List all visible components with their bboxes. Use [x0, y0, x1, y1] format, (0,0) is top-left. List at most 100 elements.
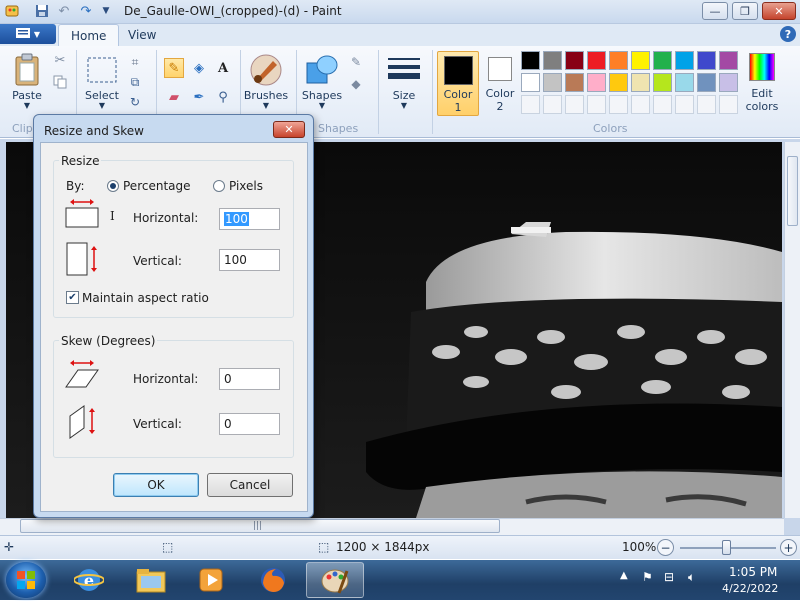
text-tool-icon[interactable]: A: [213, 58, 233, 78]
pixels-radio[interactable]: [213, 180, 225, 192]
cancel-button[interactable]: Cancel: [207, 473, 293, 497]
color-swatch[interactable]: [609, 51, 628, 70]
volume-muted-icon[interactable]: 🔈︎: [688, 570, 695, 585]
custom-color-slot[interactable]: [609, 95, 628, 114]
save-icon[interactable]: [34, 3, 50, 19]
internet-explorer-icon[interactable]: e: [60, 562, 118, 598]
custom-color-slot[interactable]: [587, 95, 606, 114]
custom-color-slot[interactable]: [719, 95, 738, 114]
color-swatch[interactable]: [543, 73, 562, 92]
rotate-icon[interactable]: ↻: [126, 94, 144, 110]
select-dropdown-icon[interactable]: ▼: [82, 101, 122, 110]
shapes-dropdown-icon[interactable]: ▼: [300, 101, 344, 110]
color-swatch[interactable]: [543, 51, 562, 70]
paint-app-icon[interactable]: [4, 3, 20, 19]
color-swatch[interactable]: [719, 51, 738, 70]
color-swatch[interactable]: [675, 51, 694, 70]
resize-vertical-input[interactable]: 100: [219, 249, 280, 271]
brushes-icon[interactable]: [248, 52, 284, 88]
show-hidden-icons-icon[interactable]: ▲: [620, 570, 628, 581]
color-swatch[interactable]: [565, 73, 584, 92]
color-swatch[interactable]: [675, 73, 694, 92]
color-swatch[interactable]: [521, 51, 540, 70]
shapes-icon[interactable]: [304, 52, 340, 88]
dialog-close-button[interactable]: ✕: [273, 121, 305, 138]
minimize-button[interactable]: —: [702, 2, 728, 20]
shapes-group-label: Shapes: [318, 122, 359, 135]
firefox-icon[interactable]: [244, 562, 302, 598]
help-icon[interactable]: ?: [780, 26, 796, 42]
network-icon[interactable]: ⊟: [664, 570, 674, 584]
start-button[interactable]: [6, 562, 46, 598]
maintain-aspect-label[interactable]: Maintain aspect ratio: [82, 291, 209, 305]
media-player-icon[interactable]: [182, 562, 240, 598]
color-swatch[interactable]: [697, 73, 716, 92]
pencil-icon[interactable]: ✎: [164, 58, 184, 78]
custom-color-slot[interactable]: [521, 95, 540, 114]
color-swatch[interactable]: [565, 51, 584, 70]
color-swatch[interactable]: [631, 51, 650, 70]
action-center-flag-icon[interactable]: ⚑: [642, 570, 653, 584]
tab-view[interactable]: View: [116, 24, 168, 46]
size-icon[interactable]: [386, 54, 422, 84]
clock-date[interactable]: 4/22/2022: [722, 582, 778, 595]
zoom-slider-thumb[interactable]: [722, 540, 731, 555]
fill-icon[interactable]: ◈: [189, 58, 209, 78]
color-swatch[interactable]: [609, 73, 628, 92]
cut-icon[interactable]: ✂: [52, 52, 68, 68]
skew-horizontal-input[interactable]: 0: [219, 368, 280, 390]
file-menu-button[interactable]: ▼: [0, 24, 56, 44]
custom-color-slot[interactable]: [543, 95, 562, 114]
pixels-label[interactable]: Pixels: [229, 179, 263, 193]
clock-time[interactable]: 1:05 PM: [729, 565, 777, 579]
crop-icon[interactable]: ⌗: [126, 54, 144, 70]
restore-button[interactable]: ❐: [732, 2, 758, 20]
size-dropdown-icon[interactable]: ▼: [384, 101, 424, 110]
close-button[interactable]: ✕: [762, 2, 796, 20]
color-swatch[interactable]: [653, 73, 672, 92]
color-swatch[interactable]: [587, 73, 606, 92]
zoom-out-button[interactable]: −: [657, 539, 674, 556]
zoom-in-button[interactable]: +: [780, 539, 797, 556]
vertical-scroll-thumb[interactable]: [787, 156, 798, 226]
copy-icon[interactable]: [52, 74, 68, 90]
undo-icon[interactable]: ↶: [56, 3, 72, 19]
percentage-radio[interactable]: [107, 180, 119, 192]
percentage-label[interactable]: Percentage: [123, 179, 191, 193]
color-swatch[interactable]: [631, 73, 650, 92]
ok-button[interactable]: OK: [113, 473, 199, 497]
tab-home[interactable]: Home: [58, 24, 120, 46]
paste-icon[interactable]: [12, 52, 42, 88]
paste-dropdown-icon[interactable]: ▼: [10, 101, 44, 110]
custom-color-slot[interactable]: [675, 95, 694, 114]
custom-color-slot[interactable]: [631, 95, 650, 114]
color-2-button[interactable]: Color 2: [482, 51, 518, 116]
redo-icon[interactable]: ↷: [78, 3, 94, 19]
shape-fill-icon[interactable]: ◆: [346, 76, 366, 92]
vertical-scrollbar[interactable]: [784, 142, 800, 518]
resize-icon[interactable]: ⧉: [126, 74, 144, 90]
color-swatch[interactable]: [719, 73, 738, 92]
color-swatch[interactable]: [697, 51, 716, 70]
color-swatch[interactable]: [653, 51, 672, 70]
horizontal-scroll-thumb[interactable]: |||: [20, 519, 500, 533]
color-1-button[interactable]: Color 1: [437, 51, 479, 116]
magnifier-icon[interactable]: ⚲: [213, 87, 233, 107]
color-swatch[interactable]: [587, 51, 606, 70]
outline-icon[interactable]: ✎: [346, 54, 366, 70]
custom-color-slot[interactable]: [653, 95, 672, 114]
skew-vertical-input[interactable]: 0: [219, 413, 280, 435]
select-icon[interactable]: [86, 55, 118, 85]
eraser-icon[interactable]: ▰: [164, 87, 184, 107]
edit-colors-button[interactable]: Edit colors: [744, 51, 782, 116]
color-swatch[interactable]: [521, 73, 540, 92]
file-explorer-icon[interactable]: [122, 562, 180, 598]
custom-color-slot[interactable]: [697, 95, 716, 114]
brushes-dropdown-icon[interactable]: ▼: [242, 101, 290, 110]
maintain-aspect-checkbox[interactable]: ✔: [66, 291, 79, 304]
paint-taskbar-icon[interactable]: [306, 562, 364, 598]
resize-horizontal-input[interactable]: 100: [219, 208, 280, 230]
color-picker-icon[interactable]: ✒: [189, 87, 209, 107]
custom-color-slot[interactable]: [565, 95, 584, 114]
customize-quick-access-icon[interactable]: ▼: [98, 3, 114, 19]
